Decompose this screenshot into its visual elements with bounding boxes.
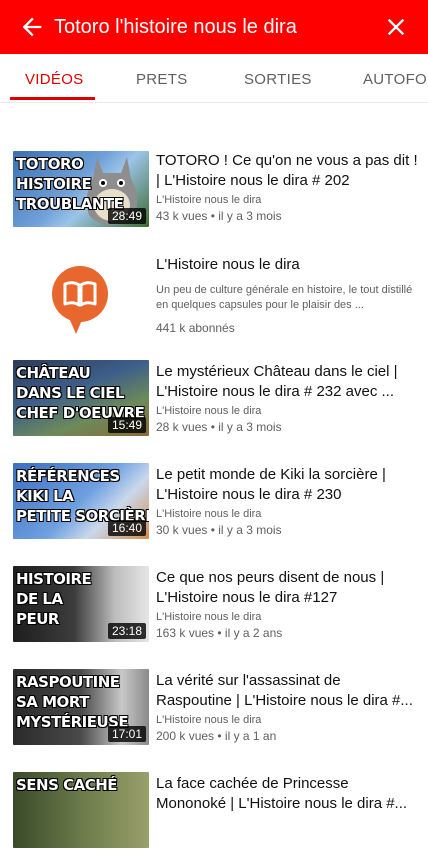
thumbnail-caption: TOTORO HISTOIRE TROUBLANTE bbox=[16, 155, 124, 213]
video-meta: Le mystérieux Château dans le ciel | L'H… bbox=[156, 362, 418, 434]
video-duration: 28:49 bbox=[107, 208, 146, 224]
video-thumbnail[interactable]: SENS CACHÉ bbox=[13, 772, 149, 848]
video-title[interactable]: La vérité sur l'assassinat de Raspoutine… bbox=[156, 671, 418, 711]
video-stats: 200 k vues • il y a 1 an bbox=[156, 729, 277, 743]
video-duration: 23:18 bbox=[107, 623, 146, 639]
video-title[interactable]: TOTORO ! Ce qu'on ne vous a pas dit ! | … bbox=[156, 151, 418, 191]
video-result-4[interactable]: HISTOIRE DE LA PEUR 23:18 Ce que nos peu… bbox=[0, 564, 428, 656]
channel-title[interactable]: L'Histoire nous le dira bbox=[156, 255, 418, 275]
book-icon[interactable] bbox=[48, 262, 112, 334]
channel-name[interactable]: L'Histoire nous le dira bbox=[156, 194, 418, 206]
channel-result[interactable]: L'Histoire nous le dira Un peu de cultur… bbox=[0, 252, 428, 344]
video-result-1[interactable]: TOTORO HISTOIRE TROUBLANTE 28:49 TOTORO … bbox=[0, 149, 428, 241]
close-icon[interactable] bbox=[382, 13, 410, 41]
channel-name[interactable]: L'Histoire nous le dira bbox=[156, 508, 418, 520]
video-stats: 30 k vues • il y a 3 mois bbox=[156, 523, 282, 537]
thumbnail-caption: RÉFÉRENCES KIKI LA PETITE SORCIÈRE bbox=[16, 467, 149, 525]
thumbnail-caption: SENS CACHÉ bbox=[16, 776, 118, 794]
active-tab-indicator bbox=[10, 97, 95, 100]
video-result-2[interactable]: CHÂTEAU DANS LE CIEL CHEF D'OEUVRE 15:49… bbox=[0, 358, 428, 450]
search-query-title[interactable]: Totoro l'histoire nous le dira bbox=[54, 14, 297, 40]
video-title[interactable]: La face cachée de Princesse Mononoké | L… bbox=[156, 774, 418, 814]
video-duration: 16:40 bbox=[107, 520, 146, 536]
video-result-6[interactable]: SENS CACHÉ La face cachée de Princesse M… bbox=[0, 770, 428, 862]
video-result-3[interactable]: RÉFÉRENCES KIKI LA PETITE SORCIÈRE 16:40… bbox=[0, 461, 428, 553]
arrow-left-icon[interactable] bbox=[18, 13, 46, 41]
video-duration: 15:49 bbox=[107, 417, 146, 433]
video-stats: 28 k vues • il y a 3 mois bbox=[156, 420, 282, 434]
video-meta: Ce que nos peurs disent de nous | L'Hist… bbox=[156, 568, 418, 640]
video-title[interactable]: Ce que nos peurs disent de nous | L'Hist… bbox=[156, 568, 418, 608]
channel-name[interactable]: L'Histoire nous le dira bbox=[156, 405, 418, 417]
video-thumbnail[interactable]: TOTORO HISTOIRE TROUBLANTE 28:49 bbox=[13, 151, 149, 227]
video-thumbnail[interactable]: CHÂTEAU DANS LE CIEL CHEF D'OEUVRE 15:49 bbox=[13, 360, 149, 436]
video-stats: 163 k vues • il y a 2 ans bbox=[156, 626, 283, 640]
video-duration: 17:01 bbox=[107, 726, 146, 742]
tab-sorties[interactable]: SORTIES bbox=[244, 71, 312, 88]
video-result-5[interactable]: RASPOUTINE SA MORT MYSTÉRIEUSE 17:01 La … bbox=[0, 667, 428, 759]
video-meta: Le petit monde de Kiki la sorcière | L'H… bbox=[156, 465, 418, 537]
tab-prets[interactable]: PRETS bbox=[136, 71, 188, 88]
thumbnail-caption: RASPOUTINE SA MORT MYSTÉRIEUSE bbox=[16, 673, 129, 731]
subscriber-count: 441 k abonnés bbox=[156, 321, 235, 335]
thumbnail-caption: HISTOIRE DE LA PEUR bbox=[16, 570, 92, 628]
video-meta: TOTORO ! Ce qu'on ne vous a pas dit ! | … bbox=[156, 151, 418, 223]
video-thumbnail[interactable]: HISTOIRE DE LA PEUR 23:18 bbox=[13, 566, 149, 642]
video-thumbnail[interactable]: RASPOUTINE SA MORT MYSTÉRIEUSE 17:01 bbox=[13, 669, 149, 745]
video-meta: La vérité sur l'assassinat de Raspoutine… bbox=[156, 671, 418, 743]
channel-name[interactable]: L'Histoire nous le dira bbox=[156, 611, 418, 623]
channel-meta: L'Histoire nous le dira Un peu de cultur… bbox=[156, 255, 418, 335]
app-bar: Totoro l'histoire nous le dira bbox=[0, 0, 428, 54]
video-thumbnail[interactable]: RÉFÉRENCES KIKI LA PETITE SORCIÈRE 16:40 bbox=[13, 463, 149, 539]
tab-videos[interactable]: VIDÉOS bbox=[25, 71, 83, 88]
thumbnail-caption: CHÂTEAU DANS LE CIEL CHEF D'OEUVRE bbox=[16, 364, 145, 422]
channel-description: Un peu de culture générale en histoire, … bbox=[156, 284, 413, 311]
channel-name[interactable]: L'Histoire nous le dira bbox=[156, 714, 418, 726]
video-title[interactable]: Le petit monde de Kiki la sorcière | L'H… bbox=[156, 465, 418, 505]
filter-tabs: VIDÉOS PRETS SORTIES AUTOFOR bbox=[0, 54, 428, 103]
video-meta: La face cachée de Princesse Mononoké | L… bbox=[156, 774, 418, 814]
video-title[interactable]: Le mystérieux Château dans le ciel | L'H… bbox=[156, 362, 418, 402]
video-stats: 43 k vues • il y a 3 mois bbox=[156, 209, 282, 223]
tab-autofor[interactable]: AUTOFOR bbox=[363, 71, 428, 88]
